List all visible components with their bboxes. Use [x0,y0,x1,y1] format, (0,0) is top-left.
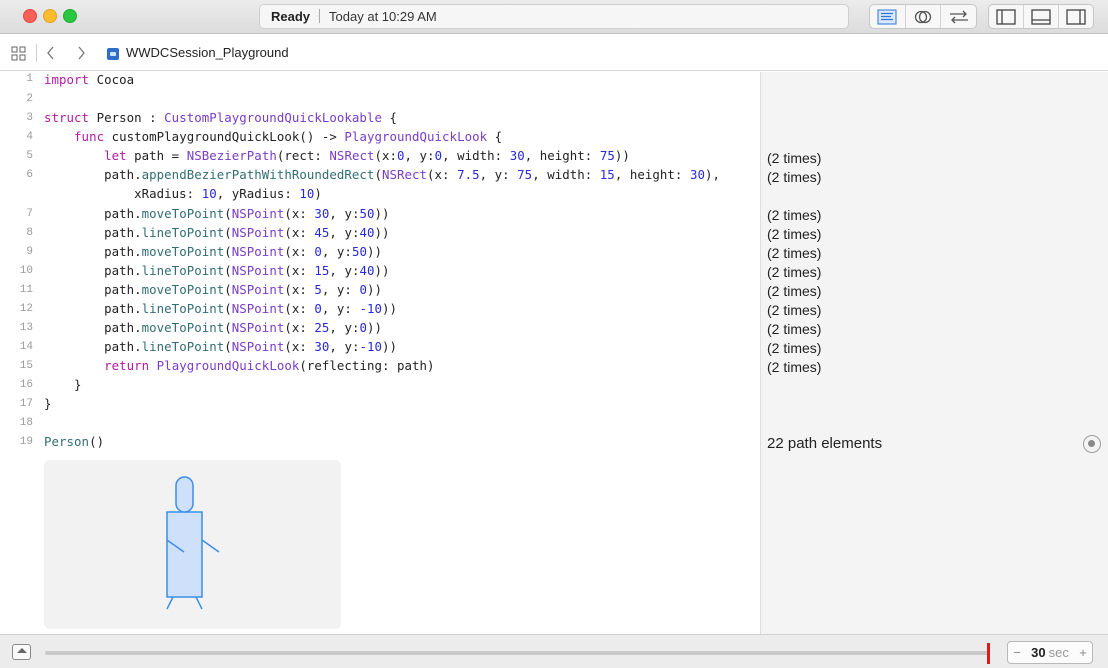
code-line: xRadius: 10, yRadius: 10) [44,186,322,201]
assistant-editor-icon [914,10,932,23]
line-number: 3 [26,112,33,124]
utilities-toggle-icon [1066,8,1086,25]
line-number: 8 [26,227,33,239]
show-debug-area-icon[interactable] [12,644,31,660]
version-editor-button[interactable] [941,5,976,28]
title-bar: Ready Today at 10:29 AM [0,0,1108,34]
standard-editor-icon [877,9,897,24]
status-text: Ready [271,9,311,24]
timeline-playhead[interactable] [987,643,990,664]
line-number-gutter: 1 2 3 4 5 6 7 8 9 10 11 12 13 14 15 16 1… [0,72,38,634]
line-number: 9 [26,246,33,258]
line-number: 14 [19,341,33,353]
breadcrumb-file[interactable]: WWDCSession_Playground [126,45,289,60]
back-arrow-icon[interactable] [46,46,56,60]
line-number: 7 [26,208,33,220]
result-value[interactable]: (2 times) [767,302,821,318]
line-number: 11 [19,284,33,296]
timeline-slider-track[interactable] [45,651,990,655]
minimize-window-button[interactable] [43,9,57,23]
person-result-value[interactable]: 22 path elements [767,435,882,452]
status-separator [319,9,321,23]
line-number: 12 [19,303,33,315]
inline-quicklook-result[interactable] [44,460,341,629]
line-number: 2 [26,93,33,105]
code-line: path.lineToPoint(NSPoint(x: 45, y:40)) [44,225,390,240]
line-number: 19 [19,436,33,448]
result-value[interactable]: (2 times) [767,283,821,299]
code-line: } [44,377,82,392]
zoom-window-button[interactable] [63,9,77,23]
jump-bar-divider [36,44,37,62]
result-value[interactable]: (2 times) [767,245,821,261]
code-line: struct Person : CustomPlaygroundQuickLoo… [44,110,397,125]
code-line: path.moveToPoint(NSPoint(x: 25, y:0)) [44,320,383,335]
line-number: 5 [26,150,33,162]
status-timestamp: Today at 10:29 AM [329,9,437,24]
line-number: 10 [19,265,33,277]
line-number: 13 [19,322,33,334]
code-line: Person() [44,434,105,449]
line-number: 17 [19,398,33,410]
code-line: return PlaygroundQuickLook(reflecting: p… [104,358,435,373]
code-line: func customPlaygroundQuickLook() -> Play… [74,129,503,144]
line-number: 6 [26,169,33,181]
code-line: path.lineToPoint(NSPoint(x: 0, y: -10)) [44,301,398,316]
forward-arrow-icon[interactable] [76,46,86,60]
result-value[interactable]: (2 times) [767,207,821,223]
increment-duration-button[interactable]: + [1074,645,1092,660]
line-number: 16 [19,379,33,391]
standard-editor-button[interactable] [870,5,906,28]
view-toggle-segmented-control [988,4,1094,29]
playground-file-icon [107,48,119,60]
results-sidebar: (2 times) (2 times) (2 times) (2 times) … [760,72,1108,634]
close-window-button[interactable] [23,9,37,23]
duration-number: 30 [1031,645,1046,660]
duration-unit: sec [1048,645,1069,660]
person-path-drawing [166,476,220,610]
utilities-toggle-button[interactable] [1059,5,1093,28]
result-value[interactable]: (2 times) [767,169,821,185]
timeline-bar: − 30 sec + [0,634,1108,668]
quick-look-icon[interactable] [1083,435,1101,453]
source-editor[interactable]: 1 2 3 4 5 6 7 8 9 10 11 12 13 14 15 16 1… [0,72,760,634]
activity-status-bar: Ready Today at 10:29 AM [259,4,849,29]
code-line: path.moveToPoint(NSPoint(x: 30, y:50)) [44,206,390,221]
code-line: path.moveToPoint(NSPoint(x: 5, y: 0)) [44,282,383,297]
code-line: path.appendBezierPathWithRoundedRect(NSR… [44,167,720,182]
code-line: path.moveToPoint(NSPoint(x: 0, y:50)) [44,244,383,259]
navigator-toggle-button[interactable] [989,5,1024,28]
code-line: let path = NSBezierPath(rect: NSRect(x:0… [104,148,630,163]
line-number: 18 [19,417,33,429]
jump-bar: WWDCSession_Playground [0,35,1108,71]
result-value[interactable]: (2 times) [767,359,821,375]
line-number: 15 [19,360,33,372]
navigator-toggle-icon [996,8,1016,25]
result-value[interactable]: (2 times) [767,150,821,166]
related-items-icon[interactable] [11,46,26,61]
timeline-duration-stepper[interactable]: − 30 sec + [1007,641,1093,664]
result-value[interactable]: (2 times) [767,264,821,280]
code-line: path.lineToPoint(NSPoint(x: 15, y:40)) [44,263,390,278]
line-number: 1 [26,73,33,85]
result-value[interactable]: (2 times) [767,226,821,242]
decrement-duration-button[interactable]: − [1008,645,1026,660]
code-line: path.lineToPoint(NSPoint(x: 30, y:-10)) [44,339,398,354]
code-line: } [44,396,52,411]
line-number: 4 [26,131,33,143]
result-value[interactable]: (2 times) [767,321,821,337]
debug-area-toggle-button[interactable] [1024,5,1059,28]
code-line: import Cocoa [44,72,135,87]
debug-area-toggle-icon [1031,8,1051,25]
assistant-editor-button[interactable] [906,5,942,28]
duration-value: 30 sec [1026,645,1074,660]
editor-mode-segmented-control [869,4,977,29]
result-value[interactable]: (2 times) [767,340,821,356]
version-editor-icon [949,10,968,23]
